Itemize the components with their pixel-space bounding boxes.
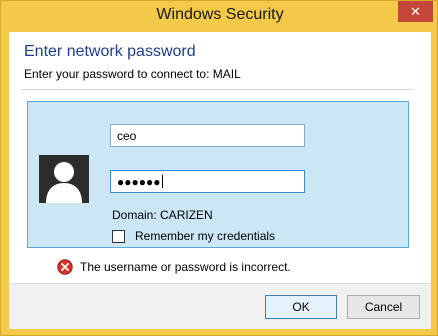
password-mask: ●●●●●●: [117, 175, 161, 189]
error-message: The username or password is incorrect.: [80, 260, 291, 274]
title-bar[interactable]: Windows Security ✕: [1, 1, 438, 32]
password-field[interactable]: ●●●●●●: [110, 170, 305, 193]
cancel-button[interactable]: Cancel: [347, 295, 420, 319]
close-button[interactable]: ✕: [398, 1, 433, 22]
close-icon: ✕: [410, 3, 421, 19]
domain-label: Domain: CARIZEN: [112, 208, 213, 222]
error-circle-x-icon: [57, 259, 73, 275]
dialog-heading: Enter network password: [24, 43, 196, 60]
remember-label: Remember my credentials: [135, 229, 276, 243]
text-caret: [161, 175, 163, 188]
button-bar: OK Cancel: [9, 283, 431, 329]
error-message-row: The username or password is incorrect.: [57, 259, 291, 275]
remember-credentials-option[interactable]: Remember my credentials: [112, 229, 275, 243]
dialog-subheading: Enter your password to connect to: MAIL: [24, 67, 241, 81]
windows-security-dialog: Windows Security ✕ Enter network passwor…: [0, 0, 438, 336]
dialog-body: Enter network password Enter your passwo…: [9, 32, 431, 329]
username-field[interactable]: ceo: [110, 124, 305, 147]
window-title: Windows Security: [156, 6, 284, 23]
divider: [21, 89, 414, 90]
credential-tile: ceo ●●●●●● Domain: CARIZEN Remember my c…: [27, 101, 409, 248]
username-value: ceo: [117, 129, 137, 143]
user-avatar-icon: [39, 155, 89, 203]
ok-button[interactable]: OK: [265, 295, 337, 319]
remember-checkbox[interactable]: [112, 229, 125, 243]
